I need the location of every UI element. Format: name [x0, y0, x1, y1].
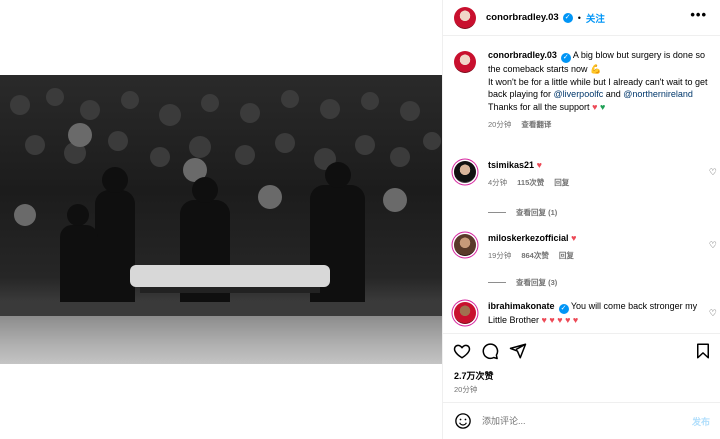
caption-meta: 20分钟 查看翻译 — [488, 119, 713, 132]
comment-time: 4分钟 — [488, 177, 508, 187]
comment-icon[interactable] — [481, 342, 499, 360]
emoji-icon[interactable] — [454, 412, 472, 430]
view-replies-label: 查看回复 (3) — [516, 278, 558, 287]
likes-count[interactable]: 2.7万次赞 — [454, 369, 494, 382]
comment-input[interactable] — [482, 416, 692, 426]
like-comment-heart-icon[interactable]: ♡ — [709, 240, 717, 251]
media-panel — [0, 0, 442, 439]
verified-icon: ✓ — [560, 53, 571, 63]
view-replies-label: 查看回复 (1) — [516, 208, 558, 217]
mention-liverpoolfc[interactable]: @liverpoolfc — [554, 89, 604, 99]
more-icon[interactable]: ••• — [690, 8, 707, 21]
commenter-username[interactable]: miloskerkezofficial — [488, 233, 569, 243]
share-icon[interactable] — [509, 342, 527, 360]
caption-and: and — [603, 89, 624, 99]
red-heart-icon: ♥ ♥ ♥ ♥ ♥ — [541, 315, 579, 325]
commenter-username[interactable]: ibrahimakonate — [488, 301, 555, 311]
comment-composer: 发布 — [443, 402, 720, 439]
commenter-avatar[interactable] — [454, 234, 476, 256]
comment-item: ibrahimakonate ✓ You will come back stron… — [454, 300, 713, 327]
caption: conorbradley.03 ✓ A big blow but surgery … — [454, 49, 713, 132]
comment-item: miloskerkezofficial ♥ 19分钟 864次赞 回复 — [454, 232, 713, 262]
instagram-post-view: conorbradley.03 ✓ • 关注 ••• conorbradley.… — [0, 0, 720, 439]
like-comment-heart-icon[interactable]: ♡ — [709, 167, 717, 178]
translate-link[interactable]: 查看翻译 — [521, 120, 551, 129]
caption-avatar[interactable] — [454, 51, 476, 73]
comment-meta: 19分钟 864次赞 回复 — [488, 250, 713, 263]
green-heart-icon: ♥ — [599, 101, 606, 112]
caption-line3: Thanks for all the support — [488, 101, 590, 112]
comment-likes[interactable]: 115次赞 — [517, 178, 544, 187]
red-heart-icon: ♥ — [536, 160, 542, 170]
view-replies[interactable]: 查看回复 (3) — [488, 277, 557, 288]
red-heart-icon: ♥ — [592, 101, 598, 112]
follow-button[interactable]: 关注 — [586, 11, 605, 25]
red-heart-icon: ♥ — [571, 233, 577, 243]
reply-button[interactable]: 回复 — [559, 251, 574, 260]
reply-button[interactable]: 回复 — [554, 178, 569, 187]
comment-item: tsimikas21 ♥ 4分钟 115次赞 回复 — [454, 159, 713, 189]
post-time: 20分钟 — [454, 385, 478, 394]
caption-username[interactable]: conorbradley.03 — [488, 50, 557, 60]
separator-dot: • — [577, 12, 581, 23]
caption-time: 20分钟 — [488, 120, 512, 129]
comment-time: 19分钟 — [488, 250, 512, 260]
like-comment-heart-icon[interactable]: ♡ — [709, 308, 717, 319]
author-username[interactable]: conorbradley.03 — [486, 12, 559, 23]
action-bar — [443, 333, 720, 363]
comment-meta: 4分钟 115次赞 回复 — [488, 177, 713, 190]
verified-icon: ✓ — [558, 304, 569, 314]
post-photo[interactable] — [0, 75, 442, 364]
pitch-rail — [0, 302, 442, 316]
commenter-avatar[interactable] — [454, 161, 476, 183]
comment-likes[interactable]: 864次赞 — [521, 251, 549, 260]
bookmark-icon[interactable] — [694, 342, 712, 360]
post-header: conorbradley.03 ✓ • 关注 ••• — [443, 0, 720, 36]
replies-line — [488, 212, 506, 213]
commenter-avatar[interactable] — [454, 302, 476, 324]
post-side-panel: conorbradley.03 ✓ • 关注 ••• conorbradley.… — [442, 0, 720, 439]
replies-line — [488, 282, 506, 283]
commenter-username[interactable]: tsimikas21 — [488, 160, 534, 170]
comments-scroll[interactable]: conorbradley.03 ✓ A big blow but surgery … — [443, 37, 720, 333]
pitch — [0, 316, 442, 364]
author-avatar[interactable] — [454, 6, 476, 29]
post-button[interactable]: 发布 — [692, 415, 710, 428]
view-replies[interactable]: 查看回复 (1) — [488, 207, 557, 218]
verified-icon: ✓ — [562, 12, 573, 23]
heart-icon[interactable] — [453, 342, 471, 360]
mention-northernireland[interactable]: @northernireland — [623, 89, 693, 99]
